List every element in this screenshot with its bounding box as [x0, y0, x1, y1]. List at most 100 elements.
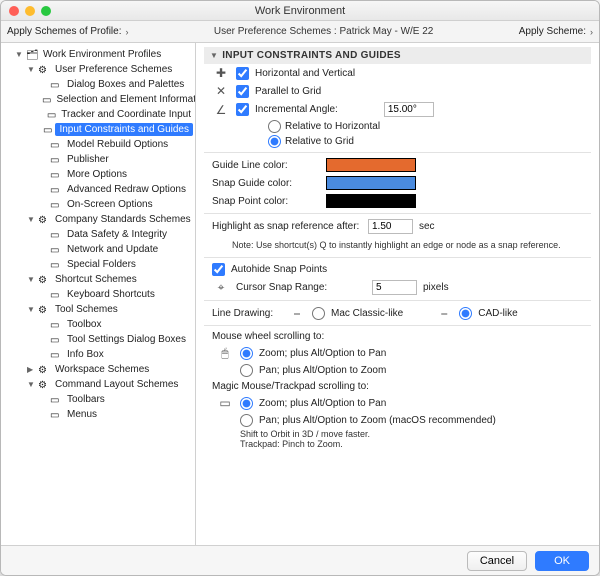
- footer: Cancel OK: [1, 545, 599, 575]
- tree-ts[interactable]: ▼⚙Tool Schemes: [27, 302, 193, 317]
- row-snap-guide-color: Snap Guide color:: [204, 174, 591, 192]
- swatch-snap-guide[interactable]: [326, 176, 416, 190]
- checkbox-autohide[interactable]: [212, 263, 225, 276]
- tree-item-network[interactable]: ▭Network and Update: [39, 242, 193, 257]
- tree-item-model-rebuild[interactable]: ▭Model Rebuild Options: [39, 137, 193, 152]
- row-cursor-snap-range: ⌖ Cursor Snap Range: pixels: [204, 278, 591, 297]
- folder-icon: ▭: [50, 260, 62, 270]
- radio-mm-zoom[interactable]: [240, 397, 253, 410]
- radio-mac-classic[interactable]: [312, 307, 325, 320]
- work-environment-window: Work Environment Apply Schemes of Profil…: [0, 0, 600, 576]
- label-mw-zoom: Zoom; plus Alt/Option to Pan: [259, 348, 386, 359]
- tree-item-infobox[interactable]: ▭Info Box: [39, 347, 193, 362]
- input-highlight-delay[interactable]: [368, 219, 413, 234]
- radio-rel-grid[interactable]: [268, 135, 281, 148]
- radio-rel-horizontal[interactable]: [268, 120, 281, 133]
- gear-icon: ⚙: [38, 275, 50, 285]
- titlebar: Work Environment: [1, 1, 599, 21]
- tree-cls[interactable]: ▼⚙Command Layout Schemes: [27, 377, 193, 392]
- row-mouse-wheel-header: Mouse wheel scrolling to:: [204, 329, 591, 344]
- cad-line-icon: ⎯: [435, 306, 453, 320]
- ok-button[interactable]: OK: [535, 551, 589, 571]
- tree-item-tracker[interactable]: ▭Tracker and Coordinate Input: [39, 107, 193, 122]
- label-highlight: Highlight as snap reference after:: [212, 221, 362, 232]
- tree-item-toolbars[interactable]: ▭Toolbars: [39, 392, 193, 407]
- main-area: ▼🗂Work Environment Profiles ▼⚙User Prefe…: [1, 43, 599, 545]
- toolbar-icon: ▭: [50, 395, 62, 405]
- keyboard-icon: ▭: [50, 290, 62, 300]
- label-hv: Horizontal and Vertical: [255, 68, 355, 79]
- section-title: INPUT CONSTRAINTS AND GUIDES: [222, 50, 401, 61]
- checkbox-ia[interactable]: [236, 103, 249, 116]
- gear-icon: ⚙: [38, 65, 50, 75]
- tree-ws[interactable]: ▶⚙Workspace Schemes: [27, 362, 193, 377]
- tree-item-redraw[interactable]: ▭Advanced Redraw Options: [39, 182, 193, 197]
- section-header[interactable]: ▼ INPUT CONSTRAINTS AND GUIDES: [204, 47, 591, 64]
- checkbox-hv[interactable]: [236, 67, 249, 80]
- tree-item-menus[interactable]: ▭Menus: [39, 407, 193, 422]
- tree-item-special-folders[interactable]: ▭Special Folders: [39, 257, 193, 272]
- input-snap-range[interactable]: [372, 280, 417, 295]
- row-guide-line-color: Guide Line color:: [204, 156, 591, 174]
- tree-ups[interactable]: ▼⚙User Preference Schemes: [27, 62, 193, 77]
- cross-axis-icon: ✚: [212, 66, 230, 80]
- tree-item-selection[interactable]: ▭Selection and Element Information: [39, 92, 193, 107]
- swatch-guide-line[interactable]: [326, 158, 416, 172]
- apply-profile-label: Apply Schemes of Profile:: [7, 26, 122, 37]
- constraint-icon: ▭: [43, 125, 52, 135]
- swatch-snap-point[interactable]: [326, 194, 416, 208]
- label-cad-like: CAD-like: [478, 308, 517, 319]
- label-sec: sec: [419, 221, 435, 232]
- apply-profile-dropdown[interactable]: Apply Schemes of Profile: ›: [7, 26, 129, 37]
- row-snap-point-color: Snap Point color:: [204, 192, 591, 210]
- x-axis-icon: ✕: [212, 84, 230, 98]
- gear-icon: ⚙: [38, 365, 50, 375]
- row-relative-grid: Relative to Grid: [204, 134, 591, 149]
- label-mac-classic: Mac Classic-like: [331, 308, 403, 319]
- tree-item-publisher[interactable]: ▭Publisher: [39, 152, 193, 167]
- folder-icon: 🗂: [26, 50, 38, 60]
- network-icon: ▭: [50, 245, 62, 255]
- label-pg: Parallel to Grid: [255, 86, 321, 97]
- apply-scheme-dropdown[interactable]: Apply Scheme: ›: [519, 26, 593, 37]
- label-snap-point: Snap Point color:: [212, 196, 318, 207]
- radio-mm-pan[interactable]: [240, 414, 253, 427]
- label-mm-note2: Trackpad: Pinch to Zoom.: [204, 439, 591, 449]
- tree-item-dialog-boxes[interactable]: ▭Dialog Boxes and Palettes: [39, 77, 193, 92]
- mac-line-icon: ⎯: [288, 306, 306, 320]
- row-magic-mouse-header: Magic Mouse/Trackpad scrolling to:: [204, 379, 591, 394]
- tree-item-input-constraints[interactable]: ▭Input Constraints and Guides: [39, 122, 193, 137]
- tree-item-more-options[interactable]: ▭More Options: [39, 167, 193, 182]
- row-horizontal-vertical: ✚ Horizontal and Vertical: [204, 64, 591, 82]
- scheme-bar: Apply Schemes of Profile: › User Prefere…: [1, 21, 599, 43]
- sidebar-tree[interactable]: ▼🗂Work Environment Profiles ▼⚙User Prefe…: [1, 43, 196, 545]
- tree-item-toolbox[interactable]: ▭Toolbox: [39, 317, 193, 332]
- snap-range-icon: ⌖: [212, 281, 230, 295]
- radio-mw-zoom[interactable]: [240, 347, 253, 360]
- row-mw-pan: Pan; plus Alt/Option to Zoom: [204, 362, 591, 379]
- row-mw-zoom: 🖱 Zoom; plus Alt/Option to Pan: [204, 344, 591, 362]
- info-icon: ▭: [50, 350, 62, 360]
- input-angle[interactable]: [384, 102, 434, 117]
- checkbox-pg[interactable]: [236, 85, 249, 98]
- label-mm-note1: Shift to Orbit in 3D / move faster.: [204, 429, 591, 439]
- radio-mw-pan[interactable]: [240, 364, 253, 377]
- window-icon: ▭: [50, 80, 62, 90]
- cancel-button[interactable]: Cancel: [467, 551, 527, 571]
- chevron-down-icon: ▼: [210, 51, 218, 60]
- tree-root[interactable]: ▼🗂Work Environment Profiles: [15, 47, 193, 62]
- current-scheme-label: User Preference Schemes : Patrick May - …: [129, 26, 519, 37]
- redraw-icon: ▭: [50, 185, 62, 195]
- label-magic-mouse: Magic Mouse/Trackpad scrolling to:: [212, 381, 369, 392]
- tree-css[interactable]: ▼⚙Company Standards Schemes: [27, 212, 193, 227]
- radio-cad-like[interactable]: [459, 307, 472, 320]
- more-icon: ▭: [50, 170, 62, 180]
- tree-item-data-safety[interactable]: ▭Data Safety & Integrity: [39, 227, 193, 242]
- gear-icon: ⚙: [38, 380, 50, 390]
- tree-item-onscreen[interactable]: ▭On-Screen Options: [39, 197, 193, 212]
- tree-item-keyboard[interactable]: ▭Keyboard Shortcuts: [39, 287, 193, 302]
- label-guide-line: Guide Line color:: [212, 160, 318, 171]
- tree-item-tool-settings[interactable]: ▭Tool Settings Dialog Boxes: [39, 332, 193, 347]
- tree-ss[interactable]: ▼⚙Shortcut Schemes: [27, 272, 193, 287]
- shield-icon: ▭: [50, 230, 62, 240]
